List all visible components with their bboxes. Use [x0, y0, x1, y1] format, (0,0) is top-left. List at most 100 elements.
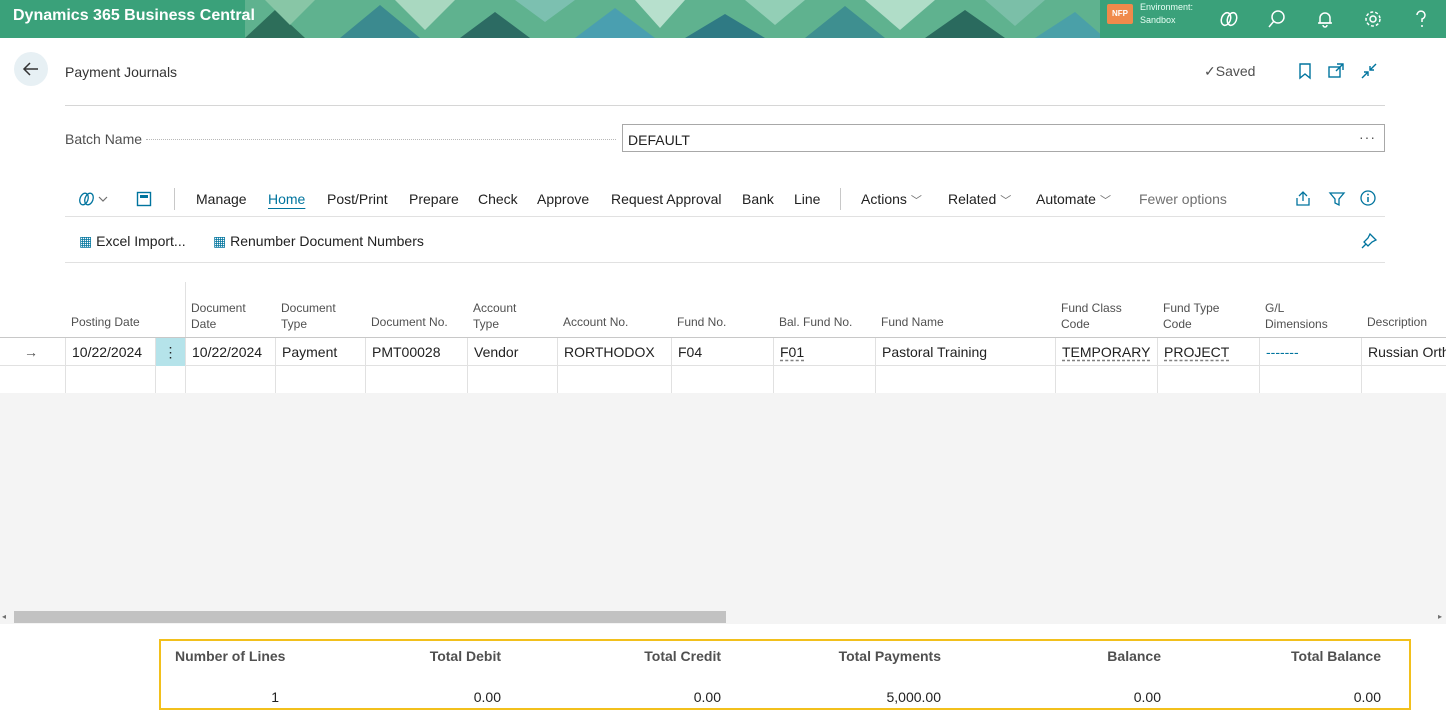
header-divider	[65, 105, 1385, 106]
bell-icon[interactable]	[1314, 8, 1336, 30]
col-bal-fund-no[interactable]: Bal. Fund No.	[779, 314, 852, 330]
back-button[interactable]	[14, 52, 48, 86]
col-label: Dimensions	[1265, 317, 1328, 331]
fewer-options-button[interactable]: Fewer options	[1139, 191, 1227, 207]
cell-fund-type-code[interactable]: PROJECT	[1157, 338, 1259, 366]
help-icon[interactable]	[1410, 8, 1432, 30]
tab-bank[interactable]: Bank	[742, 191, 774, 207]
empty-cell[interactable]	[185, 366, 275, 394]
col-fund-class-code[interactable]: Fund Class Code	[1061, 300, 1122, 332]
menu-actions[interactable]: Actions ﹀	[861, 191, 922, 208]
scrollbar-thumb[interactable]	[14, 611, 726, 623]
empty-cell[interactable]	[467, 366, 557, 394]
cell-document-type[interactable]: Payment	[275, 338, 365, 366]
empty-cell[interactable]	[1157, 366, 1259, 394]
col-document-date[interactable]: Document Date	[191, 300, 246, 332]
tab-prepare[interactable]: Prepare	[409, 191, 459, 207]
page-title: Payment Journals	[65, 64, 178, 80]
cell-account-no[interactable]: RORTHODOX	[557, 338, 671, 366]
environment-info[interactable]: Environment: Sandbox	[1140, 1, 1193, 27]
cell-gl-dimensions[interactable]: -------	[1259, 338, 1361, 366]
app-title[interactable]: Dynamics 365 Business Central	[13, 7, 255, 25]
col-fund-name[interactable]: Fund Name	[881, 314, 944, 330]
col-label: Description	[1367, 315, 1428, 329]
info-icon[interactable]	[1359, 189, 1377, 207]
renumber-document-numbers-button[interactable]: ▦ Renumber Document Numbers	[213, 233, 424, 250]
scroll-right-icon[interactable]: ▸	[1438, 612, 1442, 621]
empty-cell[interactable]	[1055, 366, 1157, 394]
cell-posting-date[interactable]: 10/22/2024	[65, 338, 155, 366]
bookmark-icon[interactable]	[1296, 62, 1314, 80]
tab-check[interactable]: Check	[478, 191, 518, 207]
col-gl-dimensions[interactable]: G/L Dimensions	[1265, 300, 1328, 332]
company-badge[interactable]: NFP	[1107, 4, 1133, 24]
tab-manage[interactable]: Manage	[196, 191, 247, 207]
menu-automate[interactable]: Automate ﹀	[1036, 191, 1111, 208]
cell-bal-fund-no[interactable]: F01	[773, 338, 875, 366]
search-icon[interactable]	[1266, 8, 1288, 30]
col-fund-type-code[interactable]: Fund Type Code	[1163, 300, 1219, 332]
open-new-window-icon[interactable]	[1327, 62, 1345, 80]
scroll-left-icon[interactable]: ◂	[2, 612, 6, 621]
tab-approve[interactable]: Approve	[537, 191, 589, 207]
menu-related[interactable]: Related ﹀	[948, 191, 1011, 208]
current-row-arrow-icon: →	[24, 344, 38, 360]
tab-line[interactable]: Line	[794, 191, 820, 207]
row-menu-icon[interactable]: ⋮	[155, 338, 185, 366]
tab-home[interactable]: Home	[268, 191, 305, 207]
cell-fund-name[interactable]: Pastoral Training	[875, 338, 1055, 366]
cell-description[interactable]: Russian Orth	[1361, 338, 1446, 366]
collapse-icon[interactable]	[1360, 62, 1378, 80]
app-bar: Dynamics 365 Business Central NFP Enviro…	[0, 0, 1446, 38]
copilot-menu-icon[interactable]	[77, 190, 111, 208]
arrow-left-icon	[22, 62, 38, 76]
empty-cell[interactable]	[65, 366, 155, 394]
table-row-empty[interactable]	[0, 366, 1446, 394]
banner-pattern	[245, 0, 1105, 38]
col-document-no[interactable]: Document No.	[371, 314, 448, 330]
lookup-ellipsis-icon[interactable]: ···	[1359, 129, 1376, 145]
cell-document-date[interactable]: 10/22/2024	[185, 338, 275, 366]
grid-empty-area	[0, 393, 1446, 610]
total-value-debit: 0.00	[473, 689, 501, 705]
empty-cell[interactable]	[1259, 366, 1361, 394]
page-view-icon[interactable]	[136, 191, 152, 207]
col-description[interactable]: Description	[1367, 314, 1427, 330]
tab-request-approval[interactable]: Request Approval	[611, 191, 722, 207]
col-label: Posting Date	[71, 315, 140, 329]
total-label-debit: Total Debit	[429, 648, 501, 664]
gear-icon[interactable]	[1362, 8, 1384, 30]
col-document-type[interactable]: Document Type	[281, 300, 336, 332]
excel-import-button[interactable]: ▦ Excel Import...	[79, 233, 186, 250]
filter-icon[interactable]	[1328, 190, 1346, 208]
empty-cell[interactable]	[773, 366, 875, 394]
col-account-no[interactable]: Account No.	[563, 314, 628, 330]
empty-cell[interactable]	[365, 366, 467, 394]
cell-account-type[interactable]: Vendor	[467, 338, 557, 366]
batch-name-field[interactable]: DEFAULT ···	[622, 124, 1385, 152]
share-icon[interactable]	[1294, 190, 1312, 208]
col-posting-date[interactable]: Posting Date	[71, 314, 140, 330]
cell-document-no[interactable]: PMT00028	[365, 338, 467, 366]
col-label: Fund No.	[677, 315, 727, 329]
copilot-icon[interactable]	[1218, 8, 1240, 30]
pin-icon[interactable]	[1360, 232, 1378, 250]
col-fund-no[interactable]: Fund No.	[677, 314, 726, 330]
cell-fund-no[interactable]: F04	[671, 338, 773, 366]
col-label: Type	[473, 317, 500, 331]
tab-post-print[interactable]: Post/Print	[327, 191, 388, 207]
empty-cell[interactable]	[671, 366, 773, 394]
chevron-down-icon: ﹀	[910, 195, 922, 207]
empty-cell[interactable]	[275, 366, 365, 394]
col-account-type[interactable]: Account Type	[473, 300, 516, 332]
table-row[interactable]: → 10/22/2024 ⋮ 10/22/2024 Payment PMT000…	[0, 338, 1446, 366]
menu-automate-label: Automate	[1036, 191, 1096, 207]
horizontal-scrollbar[interactable]: ◂ ▸	[0, 610, 1446, 624]
empty-cell[interactable]	[1361, 366, 1446, 394]
batch-name-leader	[146, 139, 616, 140]
cell-fund-class-code[interactable]: TEMPORARY	[1055, 338, 1157, 366]
empty-cell[interactable]	[155, 366, 185, 394]
empty-cell[interactable]	[875, 366, 1055, 394]
empty-cell[interactable]	[557, 366, 671, 394]
total-value-payments: 5,000.00	[886, 689, 942, 705]
